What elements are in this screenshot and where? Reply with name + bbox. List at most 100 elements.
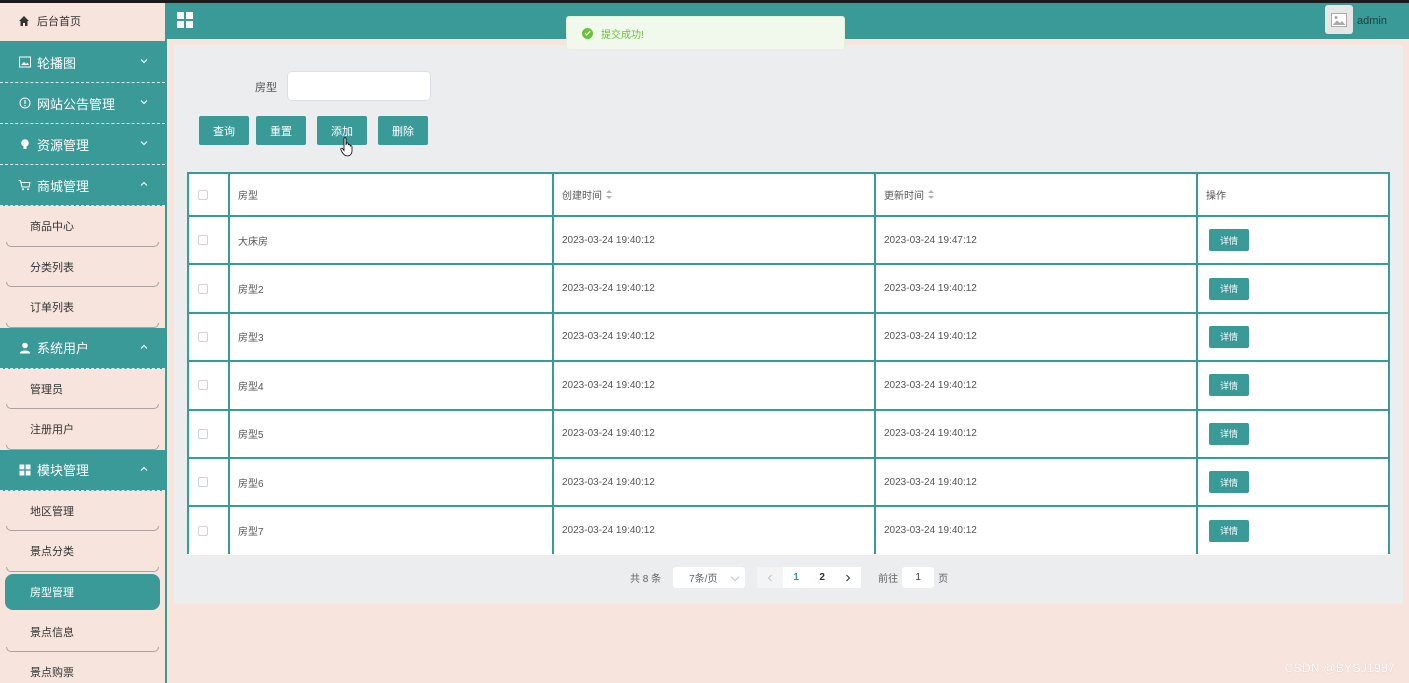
sidebar-group-label: 商城管理: [37, 178, 90, 194]
room-type-value: 房型7: [238, 527, 264, 539]
goto-label: 前往: [878, 574, 899, 585]
search-input[interactable]: [287, 71, 431, 101]
sidebar-group-shop[interactable]: 商城管理: [0, 165, 165, 206]
detail-button[interactable]: 详情: [1209, 471, 1249, 494]
row-checkbox[interactable]: [198, 283, 208, 294]
chevron-up-icon: [140, 181, 148, 186]
bulb-icon: [18, 138, 31, 151]
info-icon: [18, 97, 31, 110]
detail-button[interactable]: 详情: [1209, 422, 1249, 445]
header-cell[interactable]: 更新时间: [874, 174, 1196, 215]
sidebar-group-label: 模块管理: [37, 463, 90, 478]
image-icon: [18, 56, 31, 69]
sidebar-item-label: 房型管理: [30, 586, 74, 599]
chevron-right-icon: [846, 574, 851, 581]
page-size-select[interactable]: 7条/页: [673, 567, 746, 588]
page-button-1[interactable]: 1: [783, 567, 810, 588]
checkbox-cell: [187, 459, 228, 506]
sort-icon[interactable]: [928, 190, 934, 199]
row-checkbox[interactable]: [198, 235, 208, 246]
sidebar: 后台首页 轮播图 网站公告管理 资源管理 商城管理 商品中心 分类列表 订单列表…: [0, 0, 167, 683]
menu-toggle-icon[interactable]: [177, 12, 193, 28]
actions-cell: 详情: [1196, 362, 1390, 409]
created-cell: 2023-03-24 19:40:12: [552, 410, 874, 457]
detail-button[interactable]: 详情: [1209, 519, 1249, 542]
sidebar-item-room-types[interactable]: 房型管理: [5, 573, 160, 610]
row-checkbox[interactable]: [198, 428, 208, 439]
sidebar-group-label: 网站公告管理: [37, 96, 116, 112]
checkbox-cell: [187, 217, 228, 264]
prev-page-button[interactable]: [757, 567, 784, 588]
sidebar-group-notice[interactable]: 网站公告管理: [0, 83, 165, 124]
created-cell: 2023-03-24 19:40:12: [552, 217, 874, 264]
room-type-value: 大床房: [238, 236, 268, 248]
reset-button[interactable]: 重置: [256, 116, 306, 145]
column-header-created: 创建时间: [562, 191, 602, 202]
table-row: 大床房 2023-03-24 19:40:12 2023-03-24 19:47:1…: [187, 215, 1390, 264]
room-type-value: 房型6: [238, 478, 264, 490]
sidebar-item-tickets[interactable]: 景点购票: [0, 652, 165, 683]
created-cell: 2023-03-24 19:40:12: [552, 459, 874, 506]
row-checkbox[interactable]: [198, 525, 208, 536]
updated-cell: 2023-03-24 19:40:12: [874, 313, 1196, 361]
page-button-2[interactable]: 2: [809, 567, 836, 588]
select-all-checkbox[interactable]: [198, 189, 208, 200]
sidebar-item-label: 管理员: [30, 383, 63, 396]
column-header-room-type: 房型: [238, 191, 258, 202]
sidebar-item-products[interactable]: 商品中心: [0, 206, 165, 247]
row-checkbox[interactable]: [198, 477, 208, 488]
column-header-actions: 操作: [1206, 191, 1226, 202]
actions-cell: 详情: [1196, 507, 1390, 554]
sidebar-item-admins[interactable]: 管理员: [0, 369, 165, 410]
created-value: 2023-03-24 19:40:12: [562, 428, 655, 440]
username[interactable]: admin: [1357, 15, 1387, 27]
checkbox-cell: [187, 507, 228, 554]
sidebar-group-modules[interactable]: 模块管理: [0, 449, 165, 491]
detail-button[interactable]: 详情: [1209, 277, 1249, 300]
page-size-value: 7条/页: [689, 574, 718, 585]
checkbox-cell: [187, 410, 228, 457]
sidebar-group-carousel[interactable]: 轮播图: [0, 42, 165, 83]
goto-page-input[interactable]: 1: [902, 567, 935, 588]
row-checkbox[interactable]: [198, 331, 208, 342]
sidebar-group-users[interactable]: 系统用户: [0, 327, 165, 369]
row-checkbox[interactable]: [198, 380, 208, 391]
total-count: 共 8 条: [630, 574, 662, 585]
sidebar-item-categories[interactable]: 分类列表: [0, 247, 165, 288]
detail-button[interactable]: 详情: [1209, 374, 1249, 397]
goto-suffix: 页: [938, 574, 949, 585]
column-header-updated: 更新时间: [884, 191, 924, 202]
sidebar-group-label: 系统用户: [37, 341, 90, 356]
room-type-cell: 房型3: [228, 313, 552, 361]
delete-button[interactable]: 删除: [378, 116, 428, 145]
sidebar-item-regions[interactable]: 地区管理: [0, 491, 165, 532]
chevron-up-icon: [140, 344, 148, 349]
sidebar-item-registered-users[interactable]: 注册用户: [0, 409, 165, 450]
actions-cell: 详情: [1196, 217, 1390, 264]
header-cell[interactable]: 创建时间: [552, 174, 874, 215]
sidebar-item-attraction-info[interactable]: 景点信息: [0, 612, 165, 653]
grid-icon: [18, 463, 31, 476]
query-button[interactable]: 查询: [199, 116, 249, 145]
created-value: 2023-03-24 19:40:12: [562, 379, 655, 391]
chevron-down-icon: [140, 141, 148, 146]
hand-cursor-icon: [340, 137, 353, 157]
sidebar-item-attraction-categories[interactable]: 景点分类: [0, 531, 165, 572]
actions-cell: 详情: [1196, 313, 1390, 361]
avatar[interactable]: [1325, 5, 1353, 34]
created-cell: 2023-03-24 19:40:12: [552, 362, 874, 409]
sort-icon[interactable]: [606, 190, 612, 199]
sidebar-item-home[interactable]: 后台首页: [0, 0, 165, 42]
room-type-cell: 房型7: [228, 507, 552, 554]
sidebar-group-resources[interactable]: 资源管理: [0, 124, 165, 165]
cart-icon: [18, 179, 31, 192]
actions-cell: 详情: [1196, 265, 1390, 312]
detail-button[interactable]: 详情: [1209, 229, 1249, 252]
sidebar-item-label: 分类列表: [30, 261, 74, 274]
next-page-button[interactable]: [835, 567, 862, 588]
chevron-down-icon: [140, 59, 148, 64]
sidebar-item-orders[interactable]: 订单列表: [0, 287, 165, 328]
chevron-left-icon: [767, 574, 772, 581]
detail-button[interactable]: 详情: [1209, 325, 1249, 348]
table-row: 房型6 2023-03-24 19:40:12 2023-03-24 19:40:1…: [187, 457, 1390, 506]
